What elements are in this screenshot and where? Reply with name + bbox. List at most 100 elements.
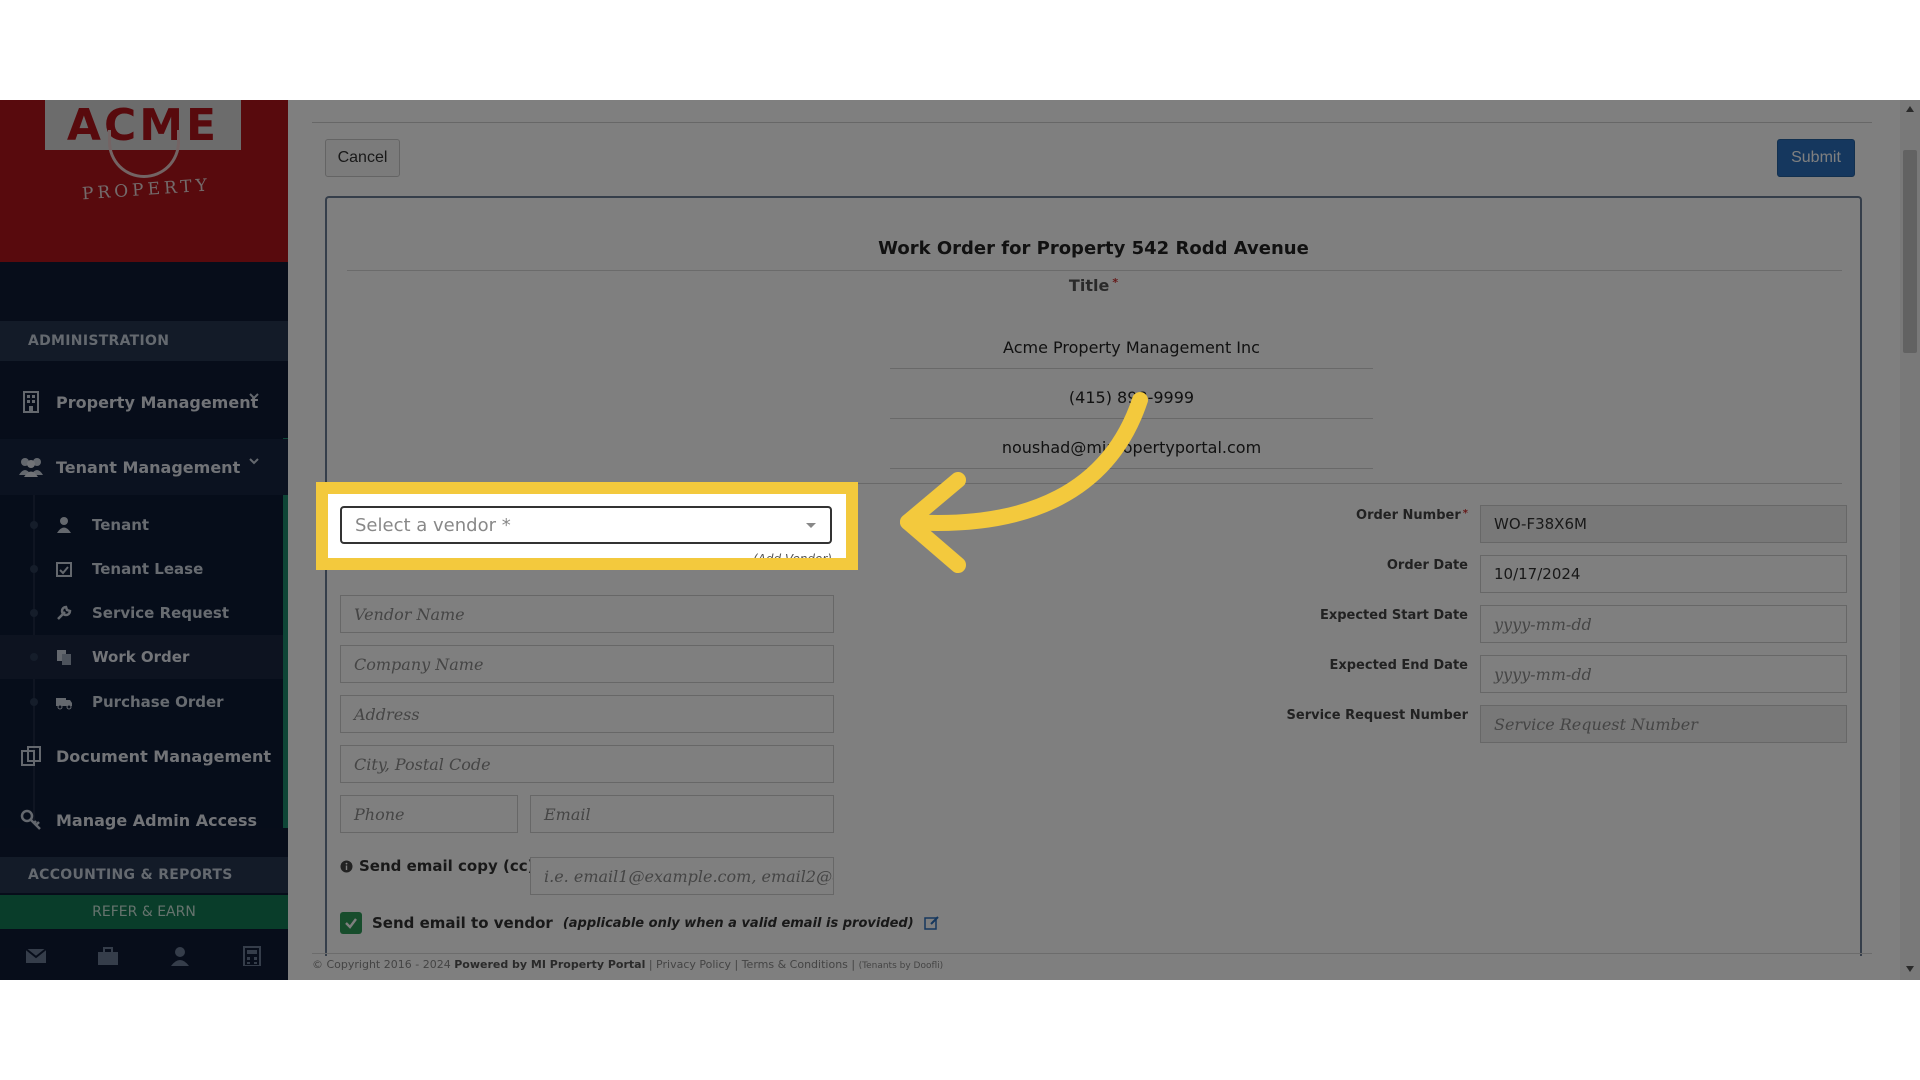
divider — [347, 270, 1842, 271]
sidebar-bottom-icons — [0, 932, 288, 980]
divider — [890, 468, 1373, 469]
sidebar-subitem-purchase-order[interactable]: Purchase Order — [0, 680, 283, 724]
logo[interactable]: ACME PROPERTY — [0, 100, 288, 262]
sidebar-item-label: Service Request — [92, 604, 229, 622]
cc-email-field[interactable]: i.e. email1@example.com, email2@example.… — [530, 857, 834, 895]
divider — [312, 953, 1872, 954]
key-icon — [18, 808, 44, 832]
sidebar-item-label: Manage Admin Access — [56, 810, 257, 830]
tree-dot — [30, 698, 38, 706]
label-text: Order Number — [1356, 508, 1461, 523]
info-icon — [340, 860, 353, 872]
tree-dot — [30, 565, 38, 573]
footer-small: (Tenants by Doofli) — [858, 961, 944, 971]
email-field[interactable]: Email — [530, 795, 834, 833]
order-date-field[interactable]: 10/17/2024 — [1480, 555, 1847, 593]
envelope-icon[interactable] — [25, 946, 47, 966]
company-name-field[interactable]: Company Name — [340, 645, 834, 683]
calculator-icon[interactable] — [241, 946, 263, 966]
logo-arc — [108, 130, 180, 178]
footer-powered-by[interactable]: Powered by MI Property Portal — [454, 958, 645, 971]
sidebar-item-label: Tenant Lease — [92, 560, 204, 578]
divider — [890, 368, 1373, 369]
order-date-label: Order Date — [1386, 558, 1468, 573]
divider — [347, 483, 1842, 484]
vendor-select[interactable]: Select a vendor * — [340, 506, 832, 544]
user-icon[interactable] — [169, 946, 191, 966]
send-email-label: Send email to vendor — [372, 914, 553, 932]
sidebar-subitem-tenant[interactable]: Tenant — [0, 503, 283, 547]
copy-icon — [57, 650, 71, 665]
footer-copyright: © Copyright 2016 - 2024 — [312, 958, 451, 971]
sidebar-item-document-management[interactable]: Document Management — [0, 728, 288, 784]
company-email: noushad@mipropertyportal.com — [1001, 438, 1262, 457]
user-icon — [57, 517, 71, 533]
sidebar-item-label: Property Management — [56, 392, 259, 412]
calendar-check-icon — [56, 562, 72, 577]
order-number-field[interactable]: WO-F38X6M — [1480, 505, 1847, 543]
sidebar-item-property-management[interactable]: Property Management — [0, 374, 288, 430]
refer-earn-button[interactable]: REFER & EARN — [0, 895, 288, 929]
caret-down-icon — [806, 523, 816, 528]
city-postal-field[interactable]: City, Postal Code — [340, 745, 834, 783]
scroll-down-icon[interactable] — [1906, 966, 1914, 972]
sidebar-item-label: Tenant Management — [56, 457, 241, 477]
app-window: ACME PROPERTY ADMINISTRATION Property Ma… — [0, 100, 1920, 980]
tree-dot — [30, 653, 38, 661]
expected-start-label: Expected Start Date — [1319, 608, 1468, 623]
scroll-thumb[interactable] — [1903, 150, 1917, 353]
sidebar-item-label: Work Order — [92, 648, 190, 666]
logo-subtext: PROPERTY — [81, 175, 212, 205]
send-email-note: (applicable only when a valid email is p… — [562, 915, 914, 931]
send-email-row: Send email to vendor (applicable only wh… — [340, 912, 940, 934]
chevron-down-icon[interactable] — [248, 390, 260, 402]
add-vendor-link[interactable]: (Add Vendor) — [753, 552, 832, 566]
sidebar-item-label: Purchase Order — [92, 693, 224, 711]
chevron-down-icon[interactable] — [248, 455, 260, 467]
vendor-name-field[interactable]: Vendor Name — [340, 595, 834, 633]
expected-end-field[interactable]: yyyy-mm-dd — [1480, 655, 1847, 693]
address-field[interactable]: Address — [340, 695, 834, 733]
sidebar-section-administration: ADMINISTRATION — [0, 321, 288, 361]
building-icon — [18, 390, 44, 414]
edit-icon[interactable] — [923, 915, 940, 931]
divider — [312, 122, 1872, 123]
users-icon — [18, 455, 44, 479]
company-phone: (415) 898-9999 — [1068, 388, 1195, 407]
expected-end-label: Expected End Date — [1329, 658, 1468, 673]
briefcase-icon[interactable] — [97, 946, 119, 966]
sidebar-section-accounting: ACCOUNTING & REPORTS — [0, 857, 288, 893]
phone-field[interactable]: Phone — [340, 795, 518, 833]
company-name: Acme Property Management Inc — [1003, 338, 1260, 357]
cc-label: Send email copy (cc): — [340, 857, 540, 875]
sidebar-item-manage-admin-access[interactable]: Manage Admin Access — [0, 792, 288, 848]
cancel-button[interactable]: Cancel — [325, 139, 400, 177]
scroll-up-icon[interactable] — [1906, 106, 1914, 112]
vendor-select-placeholder: Select a vendor * — [355, 514, 511, 536]
tree-dot — [30, 521, 38, 529]
required-mark: * — [1112, 276, 1119, 289]
title-label-text: Title — [1068, 276, 1110, 295]
submit-button[interactable]: Submit — [1777, 139, 1855, 177]
order-number-label: Order Number * — [1138, 508, 1468, 523]
footer: © Copyright 2016 - 2024 Powered by MI Pr… — [312, 958, 943, 971]
truck-icon — [56, 698, 72, 710]
sidebar-item-label: Tenant — [92, 516, 150, 534]
service-request-label: Service Request Number — [1286, 708, 1468, 723]
title-label[interactable]: Title * — [327, 276, 1860, 295]
send-email-checkbox[interactable] — [340, 912, 362, 934]
sidebar-subitem-service-request[interactable]: Service Request — [0, 591, 283, 635]
sidebar-subitem-tenant-lease[interactable]: Tenant Lease — [0, 547, 283, 591]
service-request-field[interactable]: Service Request Number — [1480, 705, 1847, 743]
sidebar-subitem-work-order[interactable]: Work Order — [0, 635, 283, 679]
cc-label-text: Send email copy (cc): — [359, 857, 541, 875]
sidebar-item-tenant-management[interactable]: Tenant Management — [0, 439, 288, 495]
expected-start-field[interactable]: yyyy-mm-dd — [1480, 605, 1847, 643]
form-title: Work Order for Property 542 Rodd Avenue — [878, 238, 1309, 259]
scrollbar[interactable] — [1900, 100, 1920, 980]
sidebar-item-label: Document Management — [56, 746, 272, 766]
footer-links[interactable]: | Privacy Policy | Terms & Conditions | — [649, 958, 855, 971]
main-content: Cancel Submit Work Order for Property 54… — [288, 100, 1900, 980]
check-icon — [345, 918, 357, 929]
wrench-icon — [57, 605, 72, 620]
